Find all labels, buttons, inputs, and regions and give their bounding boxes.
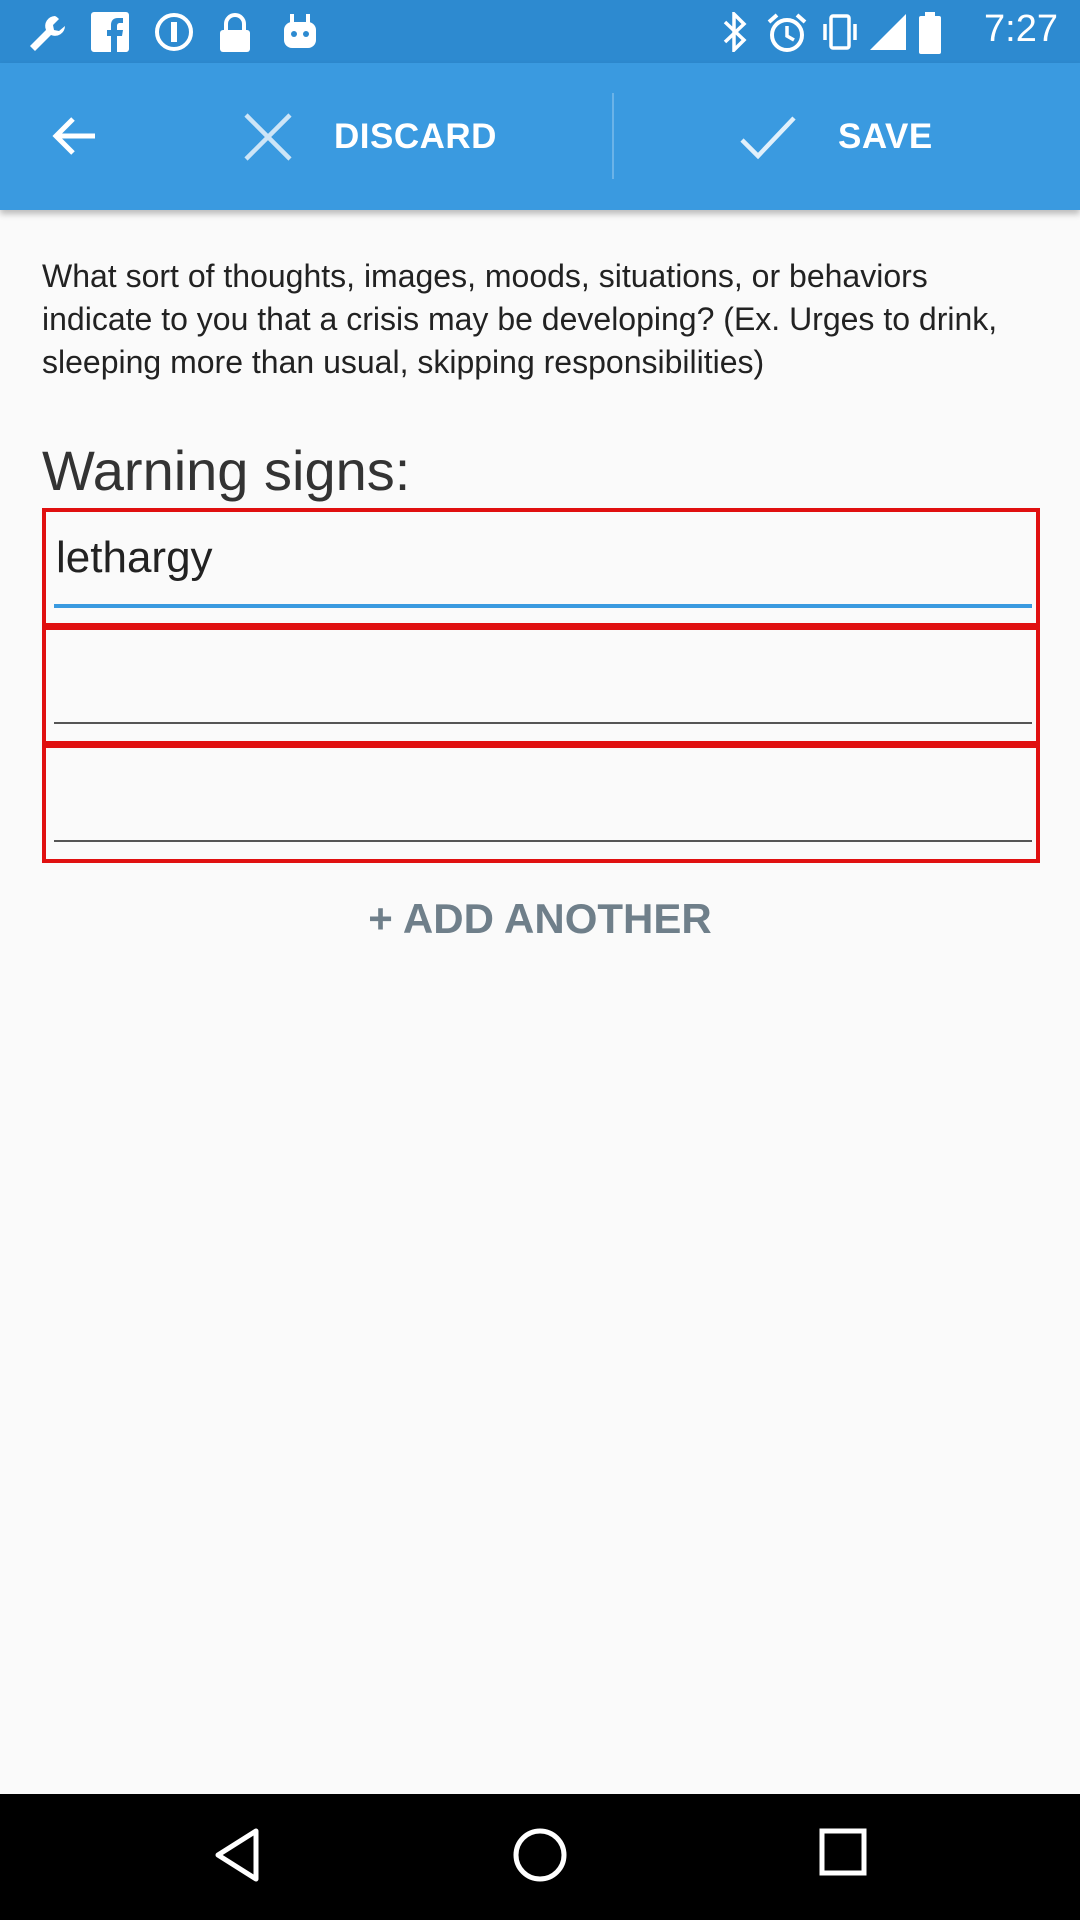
- bluetooth-icon: [723, 12, 747, 52]
- check-icon: [740, 115, 796, 159]
- wrench-icon: [30, 16, 65, 51]
- add-another-button[interactable]: + ADD ANOTHER: [0, 895, 1080, 943]
- save-label: SAVE: [838, 116, 933, 156]
- facebook-icon: [91, 12, 129, 52]
- action-bar: DISCARD SAVE: [0, 63, 1080, 210]
- warning-sign-input-3[interactable]: [54, 748, 1032, 842]
- discard-button[interactable]: DISCARD: [230, 63, 610, 210]
- signal-icon: [870, 14, 906, 50]
- vibrate-icon: [823, 14, 857, 50]
- back-button[interactable]: [30, 101, 120, 171]
- action-bar-divider: [612, 93, 614, 179]
- discard-label: DISCARD: [334, 116, 497, 156]
- warning-sign-input-1[interactable]: [54, 512, 1032, 608]
- warning-sign-input-2[interactable]: [54, 630, 1032, 724]
- recents-square-icon[interactable]: [818, 1827, 868, 1877]
- status-time: 7:27: [984, 8, 1058, 50]
- warning-sign-field-3: [42, 744, 1040, 863]
- close-icon: [244, 112, 292, 161]
- navigation-bar: [0, 1794, 1080, 1920]
- status-bar: 7:27: [0, 0, 1080, 63]
- warning-sign-field-2: [42, 626, 1040, 745]
- prompt-text: What sort of thoughts, images, moods, si…: [42, 258, 998, 380]
- back-triangle-icon[interactable]: [212, 1827, 262, 1883]
- home-circle-icon[interactable]: [512, 1827, 568, 1883]
- alarm-icon: [767, 13, 807, 52]
- lock-icon: [220, 13, 250, 52]
- section-title: Warning signs:: [42, 439, 411, 502]
- info-icon: [155, 13, 193, 51]
- arrow-back-icon: [52, 117, 95, 155]
- save-button[interactable]: SAVE: [730, 63, 1060, 210]
- warning-sign-field-1: [42, 508, 1040, 627]
- android-icon: [284, 14, 316, 48]
- battery-icon: [919, 12, 941, 54]
